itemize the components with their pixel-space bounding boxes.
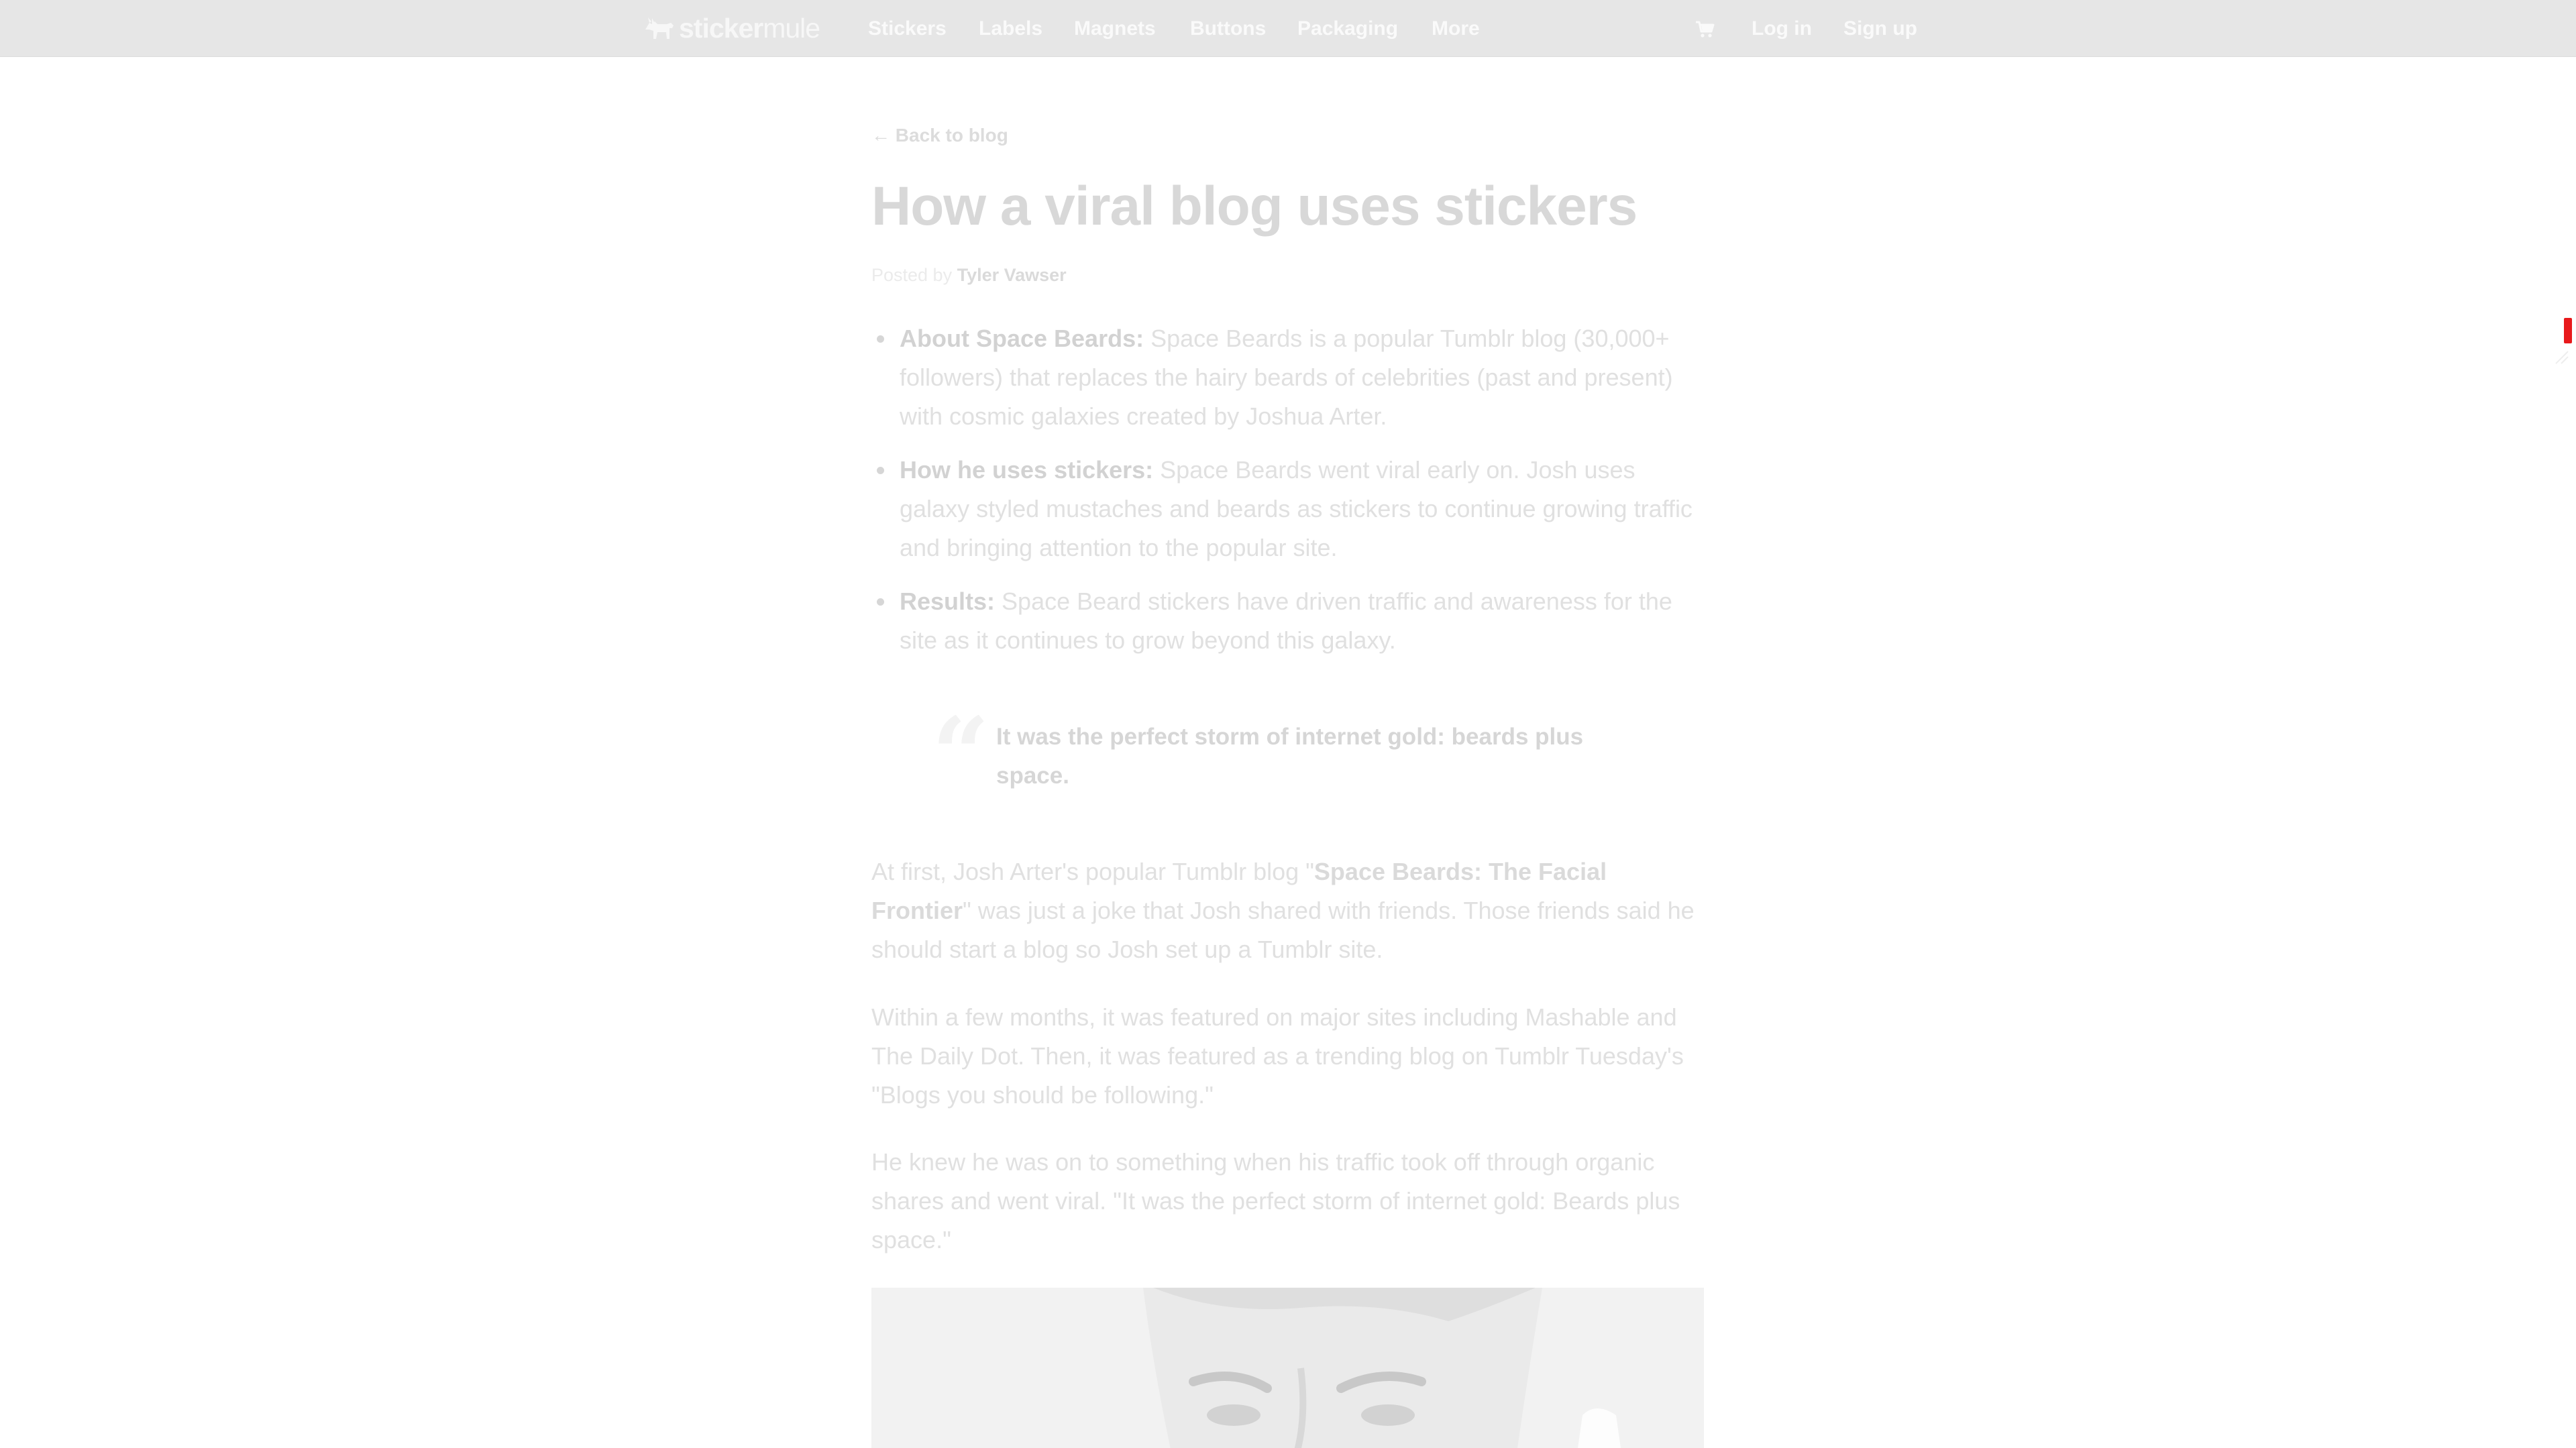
pull-quote: It was the perfect storm of internet gol… (996, 724, 1584, 789)
summary-item-lead: Results: (900, 588, 996, 615)
quote-mark-icon: “ (932, 695, 990, 814)
nav-link-buttons[interactable]: Buttons (1190, 17, 1266, 40)
paragraph-intro: At first, Josh Arter's popular Tumblr bl… (871, 852, 1704, 969)
nav-link-stickers[interactable]: Stickers (868, 17, 947, 40)
nav-link-packaging[interactable]: Packaging (1297, 17, 1398, 40)
scroll-position-indicator[interactable] (2564, 318, 2572, 343)
nav-link-magnets[interactable]: Magnets (1074, 17, 1156, 40)
paragraph-text: At first, Josh Arter's popular Tumblr bl… (871, 858, 1314, 885)
summary-item-text: Space Beard stickers have driven traffic… (900, 588, 1672, 654)
summary-item-lead: How he uses stickers: (900, 456, 1154, 484)
cart-icon[interactable] (1695, 19, 1715, 39)
paragraph-text: " was just a joke that Josh shared with … (871, 897, 1695, 963)
top-nav: sticker mule Stickers Labels Magnets Butt… (0, 0, 2576, 57)
paragraph-viral: He knew he was on to something when his … (871, 1148, 1680, 1254)
back-to-blog-link[interactable]: ← Back to blog (871, 124, 1008, 147)
summary-list: About Space Beards: Space Beards is a po… (871, 319, 1704, 675)
portrait-photo-image (871, 1288, 1704, 1448)
article-title: How a viral blog uses stickers (871, 176, 1638, 237)
close-icon (2555, 351, 2569, 364)
sticker-mule-logo[interactable]: sticker mule (643, 9, 820, 47)
page: sticker mule Stickers Labels Magnets Butt… (0, 0, 2576, 1448)
signup-link[interactable]: Sign up (1843, 17, 1917, 40)
article-photo (871, 1288, 1704, 1448)
logo-text-sticker: sticker (679, 12, 763, 44)
summary-item-results: Results: Space Beard stickers have drive… (877, 582, 1704, 660)
login-link[interactable]: Log in (1752, 17, 1812, 40)
nav-link-labels[interactable]: Labels (979, 17, 1042, 40)
summary-item-lead: About Space Beards: (900, 325, 1144, 352)
byline: Posted by Tyler Vawser (871, 264, 1067, 286)
summary-item-usage: How he uses stickers: Space Beards went … (877, 451, 1704, 567)
summary-item-about: About Space Beards: Space Beards is a po… (877, 319, 1704, 436)
mule-logo-icon (645, 17, 674, 39)
logo-text-mule: mule (763, 12, 820, 44)
nav-link-more[interactable]: More (1432, 17, 1480, 40)
author-link[interactable]: Tyler Vawser (957, 265, 1067, 285)
paragraph-featured: Within a few months, it was featured on … (871, 1003, 1684, 1109)
byline-prefix: Posted by (871, 265, 957, 285)
